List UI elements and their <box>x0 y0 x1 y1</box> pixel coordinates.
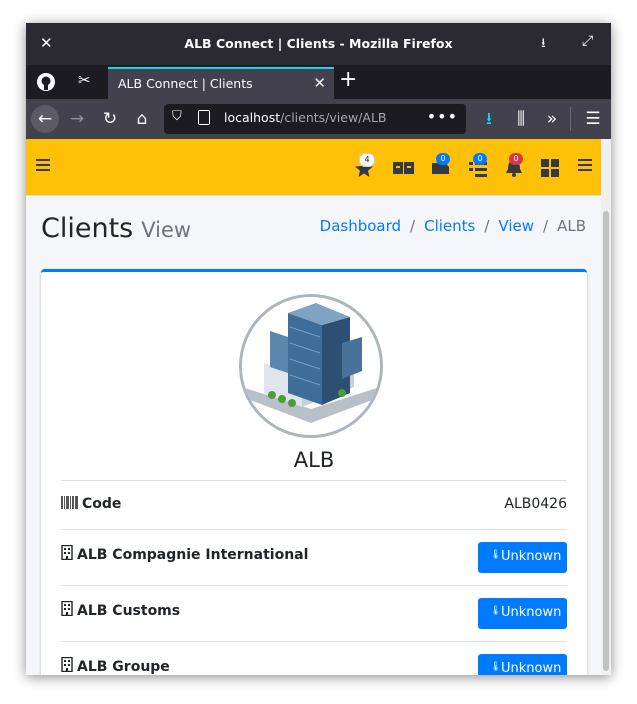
page-header: Clients View <box>41 213 191 244</box>
page-scrollbar[interactable] <box>601 139 611 675</box>
status-label: Unknown <box>501 549 562 564</box>
new-tab-icon[interactable]: + <box>339 67 357 92</box>
control-sidebar-icon[interactable] <box>578 159 592 171</box>
sidebar-toggle-icon[interactable] <box>36 159 50 171</box>
shield-icon[interactable]: ⛉ <box>172 109 182 124</box>
code-label-wrap: Code <box>61 496 121 512</box>
status-unknown-button[interactable]: 🌡 Unknown <box>478 542 567 573</box>
entity-row: ALB Groupe 🌡 Unknown <box>61 641 567 675</box>
tab-title: ALB Connect | Clients <box>118 76 253 91</box>
tab-strip: ✂ ALB Connect | Clients ✕ + <box>26 65 611 99</box>
window-title: ALB Connect | Clients - Mozilla Firefox <box>184 36 453 51</box>
entity-name: ALB Customs <box>77 603 181 619</box>
client-name: ALB <box>293 448 335 472</box>
browser-window: ✕ ALB Connect | Clients - Mozilla Firefo… <box>26 23 611 675</box>
breadcrumb-clients[interactable]: Clients <box>424 217 475 235</box>
entity-name: ALB Groupe <box>77 659 170 675</box>
toolbar-separator <box>570 107 571 131</box>
page-actions-icon[interactable]: ••• <box>427 107 458 126</box>
thermometer-icon: 🌡 <box>490 606 502 616</box>
thermometer-icon: 🌡 <box>490 662 502 672</box>
alerts-badge: 0 <box>509 153 523 165</box>
app-menu-icon[interactable]: ☰ <box>579 105 607 133</box>
status-label: Unknown <box>501 661 562 675</box>
minimize-icon[interactable]: ⭳ <box>541 34 546 56</box>
reload-icon[interactable]: ↻ <box>96 105 124 133</box>
entity-label: ALB Compagnie International <box>61 545 308 563</box>
page-title: Clients <box>41 213 134 244</box>
tasks-badge: 0 <box>473 153 487 165</box>
breadcrumb-view[interactable]: View <box>498 217 534 235</box>
library-icon[interactable]: ⫼ <box>507 105 535 133</box>
building-icon <box>61 545 73 560</box>
bell-icon[interactable]: 0 <box>503 153 527 179</box>
barcode-icon <box>61 496 78 509</box>
page-content: 4 0 0 0 Clients View Dashboard / Clients… <box>26 139 601 675</box>
tab-active[interactable]: ALB Connect | Clients ✕ <box>108 67 334 99</box>
thermometer-icon: 🌡 <box>490 550 502 560</box>
status-unknown-button[interactable]: 🌡 Unknown <box>478 654 567 675</box>
scrollbar-thumb[interactable] <box>603 211 609 671</box>
downloads-icon[interactable]: ⭳ <box>475 105 503 133</box>
breadcrumb: Dashboard / Clients / View / ALB <box>319 217 586 235</box>
forward-icon[interactable]: → <box>63 105 91 133</box>
client-profile-card: ALB Code ALB0426 ALB Compagnie Internati… <box>41 269 587 675</box>
tasks-icon[interactable]: 0 <box>467 153 491 179</box>
close-tab-icon[interactable]: ✕ <box>313 74 326 92</box>
rating-badge: 4 <box>359 153 375 167</box>
entity-label: ALB Customs <box>61 601 180 619</box>
maximize-icon[interactable]: ⤢ <box>582 33 593 49</box>
title-bar: ✕ ALB Connect | Clients - Mozilla Firefo… <box>26 23 611 65</box>
more-tools-icon[interactable]: » <box>538 105 566 133</box>
url-text[interactable]: localhost/clients/view/ALB <box>224 110 386 125</box>
entity-row: ALB Compagnie International 🌡 Unknown <box>61 529 567 585</box>
building-icon <box>61 657 73 672</box>
github-icon[interactable] <box>36 72 56 92</box>
home-icon[interactable]: ⌂ <box>128 105 156 133</box>
breadcrumb-dashboard[interactable]: Dashboard <box>320 217 401 235</box>
page-icon <box>198 110 210 125</box>
app-header-bar: 4 0 0 0 <box>26 139 601 196</box>
status-label: Unknown <box>501 605 562 620</box>
grid-icon[interactable] <box>540 155 564 179</box>
tools-icon[interactable]: ✂ <box>78 71 91 89</box>
url-bar[interactable]: ⛉ localhost/clients/view/ALB ••• <box>164 104 466 134</box>
translate-icon[interactable] <box>392 155 416 179</box>
client-avatar <box>239 294 383 438</box>
entity-label: ALB Groupe <box>61 657 170 675</box>
code-value: ALB0426 <box>504 496 567 512</box>
rating-icon[interactable]: 4 <box>353 153 377 179</box>
client-code-row: Code ALB0426 <box>61 480 567 529</box>
cart-icon[interactable]: 0 <box>430 153 454 179</box>
navigation-toolbar: ← → ↻ ⌂ ⛉ localhost/clients/view/ALB •••… <box>26 99 611 139</box>
entity-row: ALB Customs 🌡 Unknown <box>61 585 567 641</box>
breadcrumb-current: ALB <box>557 217 586 235</box>
code-label: Code <box>82 496 122 512</box>
page-subtitle: View <box>141 218 192 242</box>
back-icon[interactable]: ← <box>31 105 59 133</box>
cart-badge: 0 <box>436 153 450 165</box>
entity-name: ALB Compagnie International <box>77 547 309 563</box>
status-unknown-button[interactable]: 🌡 Unknown <box>478 598 567 629</box>
building-icon <box>61 601 73 616</box>
